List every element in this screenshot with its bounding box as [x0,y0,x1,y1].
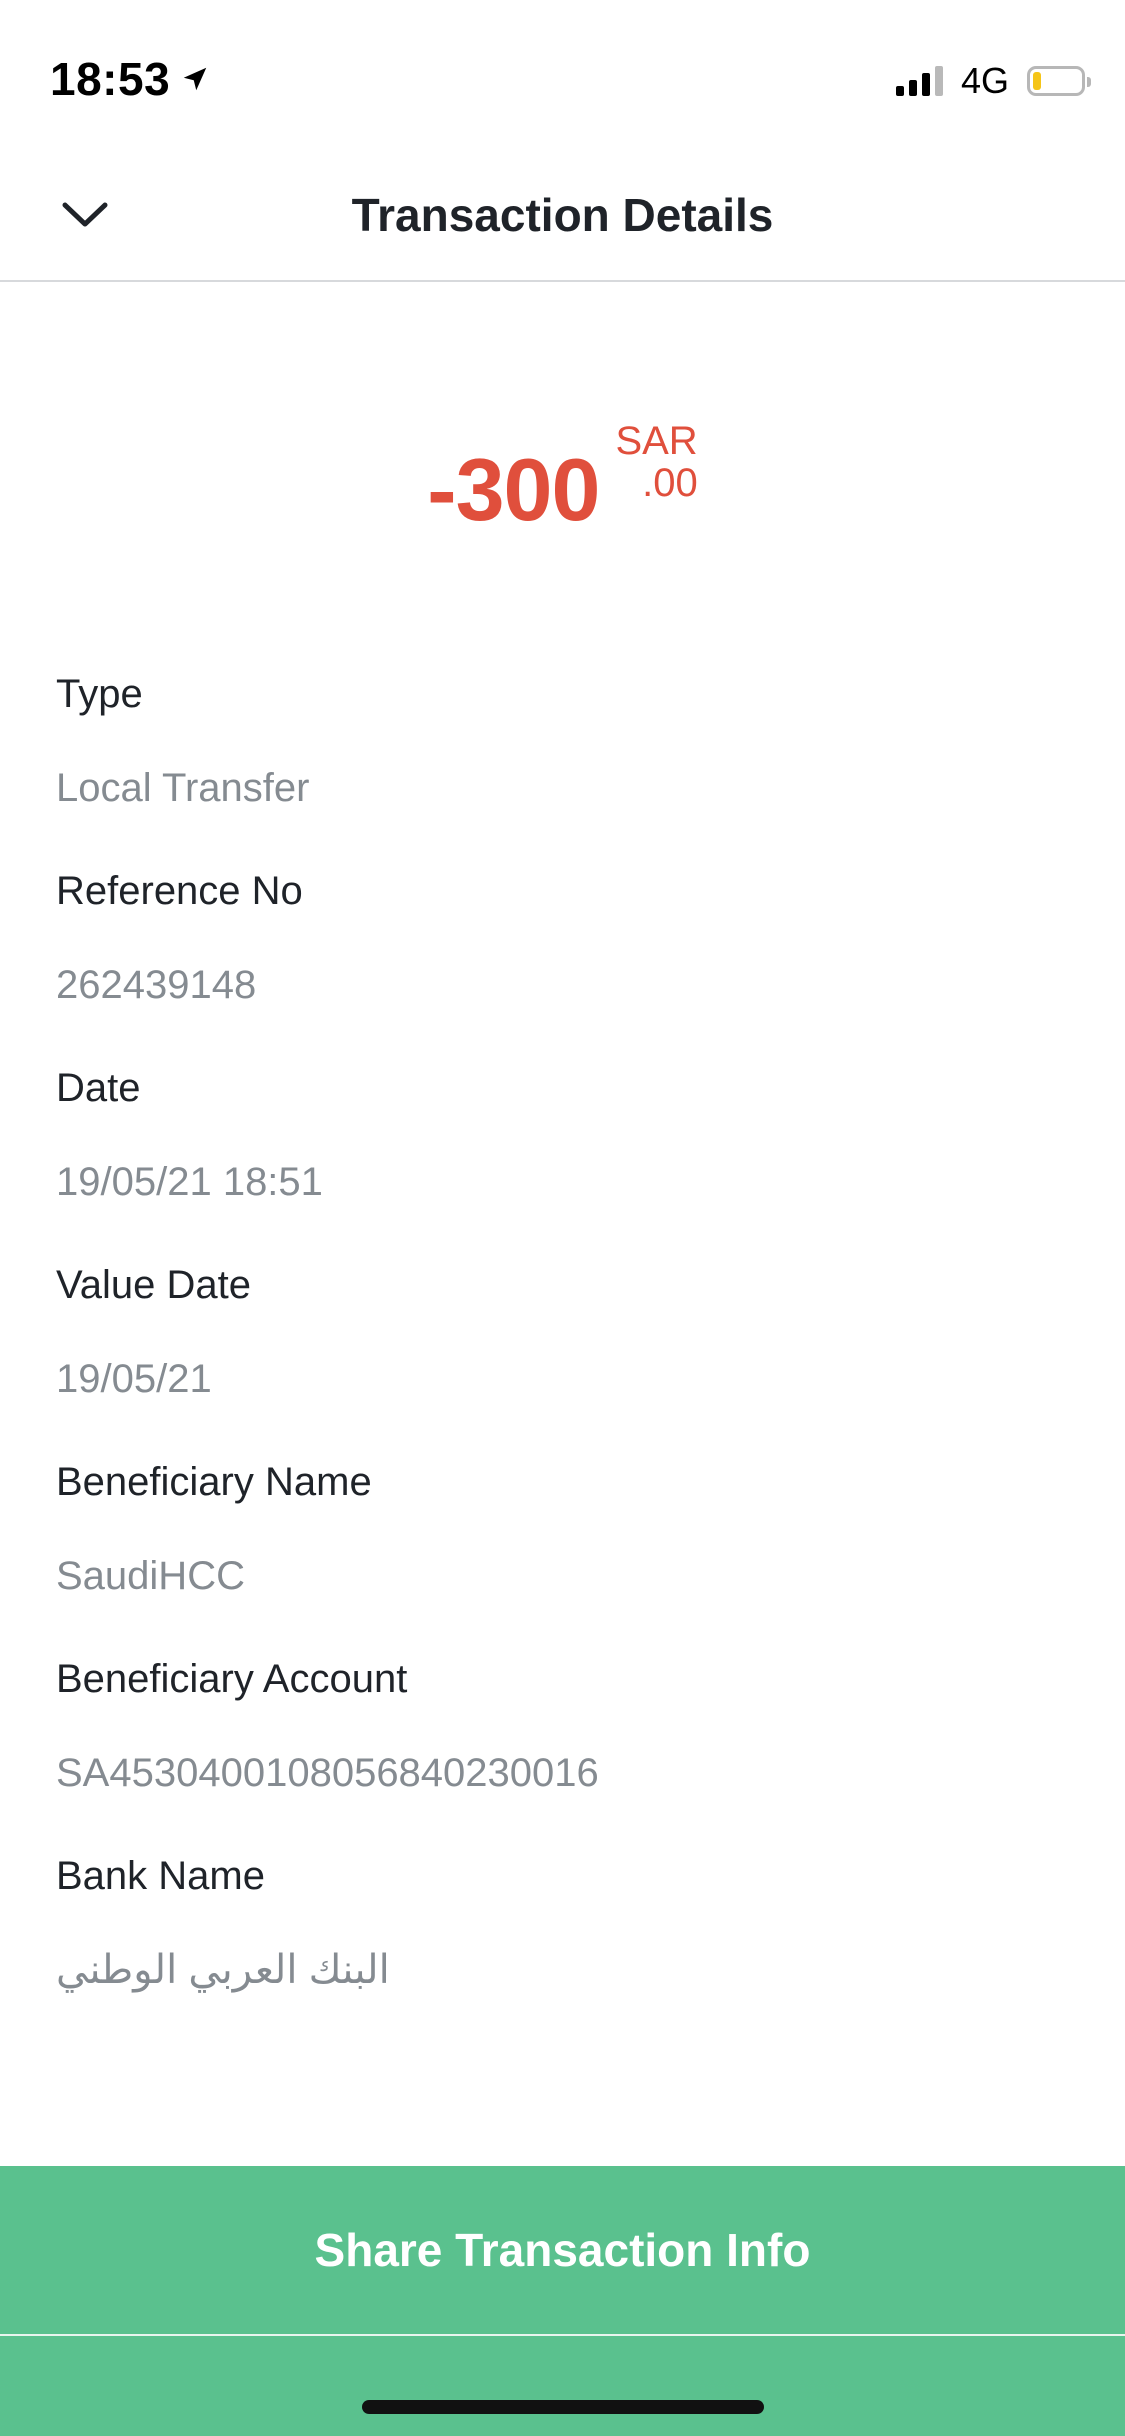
network-type-label: 4G [960,60,1009,101]
battery-icon [1027,66,1091,96]
amount-currency: SAR [615,419,698,463]
transaction-amount: -300 SAR .00 [0,420,1125,534]
detail-label: Reference No [56,869,303,913]
detail-beneficiary-account: Beneficiary Account SA453040010805684023… [56,1647,1056,1844]
detail-value: 262439148 [56,963,257,1007]
battery-level [1033,72,1041,90]
location-arrow-icon [180,64,210,94]
status-bar: 18:53 4G [0,0,1125,150]
detail-value: 19/05/21 18:51 [56,1160,323,1204]
header-bar: Transaction Details [0,150,1125,282]
detail-value: SaudiHCC [56,1554,245,1598]
detail-value: SA4530400108056840230016 [56,1751,599,1795]
detail-value-date: Value Date 19/05/21 [56,1253,1056,1450]
amount-value: -300 [427,440,600,539]
detail-value: 19/05/21 [56,1357,212,1401]
status-indicators: 4G [895,60,1091,102]
detail-label: Type [56,672,143,716]
home-indicator[interactable] [362,2400,764,2414]
page-title: Transaction Details [351,189,774,241]
cellular-signal-icon [895,66,943,96]
detail-bank-name: Bank Name البنك العربي الوطني [56,1844,1056,2041]
detail-beneficiary-name: Beneficiary Name SaudiHCC [56,1450,1056,1647]
detail-value: Local Transfer [56,766,310,810]
share-button-label: Share Transaction Info [314,2224,811,2276]
status-time: 18:53 [50,53,171,105]
status-time-group: 18:53 [50,52,210,106]
detail-date: Date 19/05/21 18:51 [56,1056,1056,1253]
share-transaction-button[interactable]: Share Transaction Info [0,2166,1125,2334]
transaction-details-list: Type Local Transfer Reference No 2624391… [56,662,1056,2041]
detail-label: Bank Name [56,1854,265,1898]
detail-type: Type Local Transfer [56,662,1056,859]
amount-decimal: .00 [642,461,698,505]
detail-label: Beneficiary Account [56,1657,408,1701]
detail-label: Beneficiary Name [56,1460,372,1504]
detail-label: Value Date [56,1263,251,1307]
bottom-safe-area [0,2336,1125,2436]
detail-value: البنك العربي الوطني [56,1948,390,1992]
detail-label: Date [56,1066,141,1110]
amount-meta: SAR .00 [615,420,697,504]
detail-reference-no: Reference No 262439148 [56,859,1056,1056]
